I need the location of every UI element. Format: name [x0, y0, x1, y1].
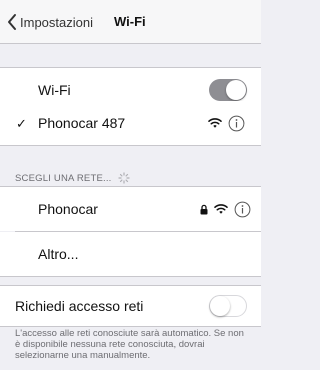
loading-spinner-icon: [117, 172, 130, 184]
navigation-bar: Impostazioni Wi-Fi: [0, 0, 261, 44]
checkmark-icon: ✓: [16, 116, 27, 131]
info-icon[interactable]: [234, 201, 251, 218]
back-button-label: Impostazioni: [20, 14, 93, 30]
back-button[interactable]: Impostazioni: [6, 13, 93, 31]
other-network-row[interactable]: Altro...: [0, 232, 261, 276]
wifi-icon: [208, 118, 222, 128]
other-network-label: Altro...: [38, 246, 79, 262]
connected-network-name: Phonocar 487: [38, 115, 126, 131]
network-name: Phonocar: [38, 201, 98, 217]
wifi-toggle-label: Wi-Fi: [38, 82, 71, 98]
lock-icon: [200, 204, 208, 214]
network-row[interactable]: Phonocar: [0, 187, 261, 231]
wifi-icon: [214, 204, 228, 214]
switch-knob: [210, 296, 230, 316]
wifi-toggle-switch[interactable]: [209, 79, 247, 101]
ask-to-join-label: Richiedi accesso reti: [15, 298, 144, 314]
info-icon[interactable]: [228, 115, 245, 132]
group-bottom-separator: [0, 326, 261, 327]
ask-to-join-switch[interactable]: [209, 295, 247, 317]
ask-to-join-footer: L'accesso alle reti conosciute sarà auto…: [15, 328, 244, 361]
chevron-left-icon: [8, 14, 16, 30]
ask-to-join-row: Richiedi accesso reti: [0, 286, 261, 326]
section-header-label: SCEGLI UNA RETE...: [15, 172, 112, 184]
page-title: Wi-Fi: [114, 14, 146, 29]
section-header: SCEGLI UNA RETE...: [15, 172, 130, 184]
switch-knob: [226, 80, 246, 100]
group-bottom-separator: [0, 145, 261, 146]
group-bottom-separator: [0, 276, 261, 277]
connected-network-row[interactable]: ✓ Phonocar 487: [0, 101, 261, 145]
